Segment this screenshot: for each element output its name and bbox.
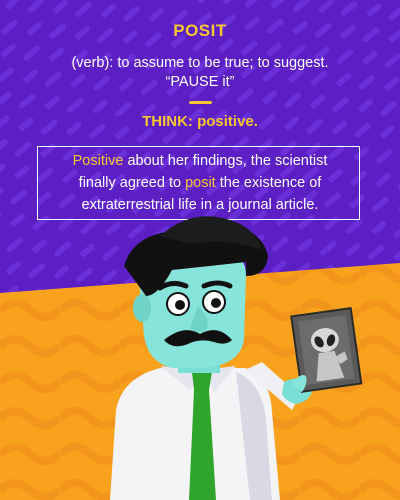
right-pupil bbox=[211, 298, 221, 308]
left-pupil bbox=[175, 300, 185, 310]
scientist-illustration bbox=[110, 216, 363, 500]
ear bbox=[133, 294, 151, 322]
vocabulary-card: POSIT (verb): to assume to be true; to s… bbox=[0, 0, 400, 500]
